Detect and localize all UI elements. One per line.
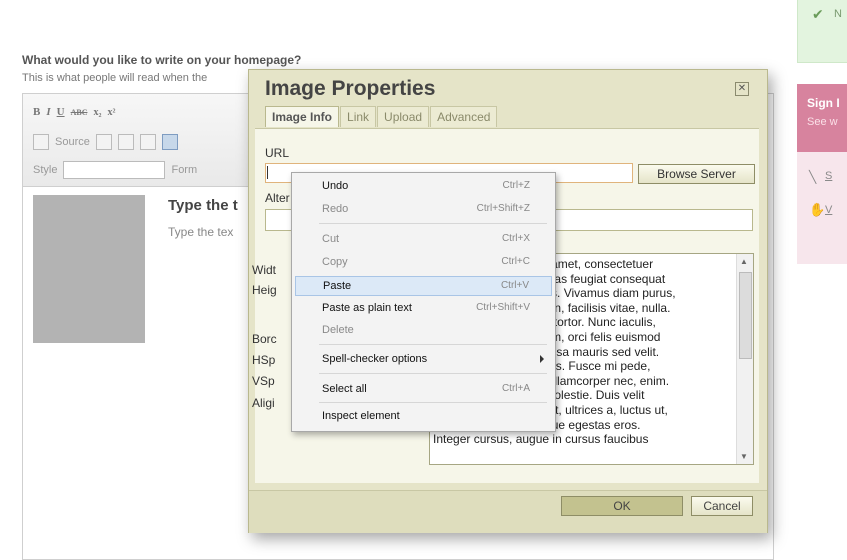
links-box: ╲ S ✋ V <box>797 152 847 264</box>
italic-button[interactable]: I <box>46 106 50 118</box>
menu-item-label: Spell-checker options <box>322 353 428 365</box>
menu-item-shortcut: Ctrl+Shift+Z <box>476 203 530 214</box>
scroll-up-icon[interactable]: ▲ <box>740 257 748 266</box>
page-subtitle: This is what people will read when the <box>22 72 208 84</box>
templates-icon[interactable] <box>95 134 112 150</box>
strike-button[interactable]: ABC <box>71 108 88 117</box>
format-label: Form <box>171 164 198 176</box>
menu-item-shortcut: Ctrl+Z <box>502 180 531 191</box>
scroll-down-icon[interactable]: ▼ <box>740 452 748 461</box>
menu-item-shortcut: Ctrl+A <box>501 383 530 394</box>
menu-item-spell-checker[interactable]: Spell-checker options <box>295 350 552 370</box>
vspace-label: VSp <box>252 374 275 388</box>
new-page-icon[interactable] <box>117 134 134 150</box>
menu-item-delete[interactable]: Delete <box>295 321 552 341</box>
preview-scrollbar[interactable]: ▲ ▼ <box>736 254 753 464</box>
menu-item-label: Inspect element <box>322 410 400 422</box>
dialog-tabs: Image Info Link Upload Advanced <box>265 106 498 127</box>
menu-separator <box>319 344 547 345</box>
page-question: What would you like to write on your hom… <box>22 53 302 67</box>
preview-icon[interactable] <box>139 134 156 150</box>
notice-text: N <box>834 8 842 20</box>
menu-item-paste-plain[interactable]: Paste as plain text Ctrl+Shift+V <box>295 299 552 319</box>
menu-item-label: Paste <box>323 280 352 292</box>
menu-item-shortcut: Ctrl+C <box>501 256 530 267</box>
menu-item-label: Paste as plain text <box>322 302 412 314</box>
subscript-button[interactable]: x₂ <box>93 107 101 118</box>
bold-button[interactable]: B <box>33 106 40 118</box>
align-label: Aligi <box>252 396 275 410</box>
tab-upload[interactable]: Upload <box>377 106 430 127</box>
menu-item-inspect[interactable]: Inspect element <box>295 407 552 427</box>
source-icon[interactable] <box>33 134 49 150</box>
ok-button[interactable]: OK <box>561 496 683 516</box>
width-label: Widt <box>252 263 276 277</box>
alt-text-label: Alter <box>265 191 290 205</box>
underline-button[interactable]: U <box>57 106 65 118</box>
style-label: Style <box>33 164 58 176</box>
pen-icon: ╲ <box>809 170 817 184</box>
menu-separator <box>319 373 547 374</box>
height-label: Heig <box>252 283 277 297</box>
menu-item-paste[interactable]: Paste Ctrl+V <box>295 276 552 296</box>
menu-item-shortcut: Ctrl+X <box>501 233 530 244</box>
dialog-footer <box>249 490 767 533</box>
style-select[interactable] <box>63 161 166 179</box>
signin-title: Sign I <box>807 96 840 110</box>
menu-item-label: Cut <box>322 233 340 245</box>
border-label: Borc <box>252 332 277 346</box>
superscript-button[interactable]: x² <box>107 107 115 118</box>
content-text: Type the tex <box>168 225 234 239</box>
menu-item-label: Copy <box>322 256 348 268</box>
notice-box: ✔ N <box>797 0 847 63</box>
menu-item-copy[interactable]: Copy Ctrl+C <box>295 253 552 273</box>
source-button[interactable]: Source <box>55 136 90 148</box>
hspace-label: HSp <box>252 353 276 367</box>
menu-separator <box>319 223 547 224</box>
menu-item-label: Select all <box>322 383 367 395</box>
hand-icon: ✋ <box>809 202 826 217</box>
check-icon: ✔ <box>812 6 824 22</box>
preview-line: Integer cursus, augue in cursus faucibus <box>433 432 649 447</box>
content-image <box>33 195 145 343</box>
editor-toolbar: B I U ABC x₂ x² Source Style Form <box>23 94 255 187</box>
scroll-thumb[interactable] <box>739 272 752 359</box>
image-icon[interactable] <box>161 134 178 150</box>
browse-server-button[interactable]: Browse Server <box>638 164 755 184</box>
content-title: Type the t <box>168 197 238 214</box>
sidebar-link-2[interactable]: V <box>825 204 832 216</box>
menu-item-label: Delete <box>322 324 354 336</box>
signin-box: Sign I See w <box>797 84 847 152</box>
tab-link[interactable]: Link <box>340 106 377 127</box>
cancel-button[interactable]: Cancel <box>691 496 753 516</box>
signin-subtitle: See w <box>807 116 838 128</box>
close-icon[interactable]: ✕ <box>735 82 749 96</box>
sidebar-link-1[interactable]: S <box>825 170 832 182</box>
url-label: URL <box>265 146 290 160</box>
menu-item-undo[interactable]: Undo Ctrl+Z <box>295 177 552 197</box>
menu-item-select-all[interactable]: Select all Ctrl+A <box>295 380 552 400</box>
tab-advanced[interactable]: Advanced <box>430 106 498 127</box>
tab-image-info[interactable]: Image Info <box>265 106 340 127</box>
context-menu: Undo Ctrl+Z Redo Ctrl+Shift+Z Cut Ctrl+X… <box>291 172 556 432</box>
menu-separator <box>319 402 547 403</box>
menu-item-label: Redo <box>322 203 349 215</box>
menu-item-shortcut: Ctrl+Shift+V <box>476 302 530 313</box>
dialog-title: Image Properties <box>265 77 436 100</box>
menu-item-label: Undo <box>322 180 349 192</box>
submenu-arrow-icon <box>540 355 544 363</box>
menu-item-cut[interactable]: Cut Ctrl+X <box>295 230 552 250</box>
text-caret <box>267 166 268 179</box>
menu-item-shortcut: Ctrl+V <box>500 280 529 291</box>
menu-item-redo[interactable]: Redo Ctrl+Shift+Z <box>295 200 552 220</box>
